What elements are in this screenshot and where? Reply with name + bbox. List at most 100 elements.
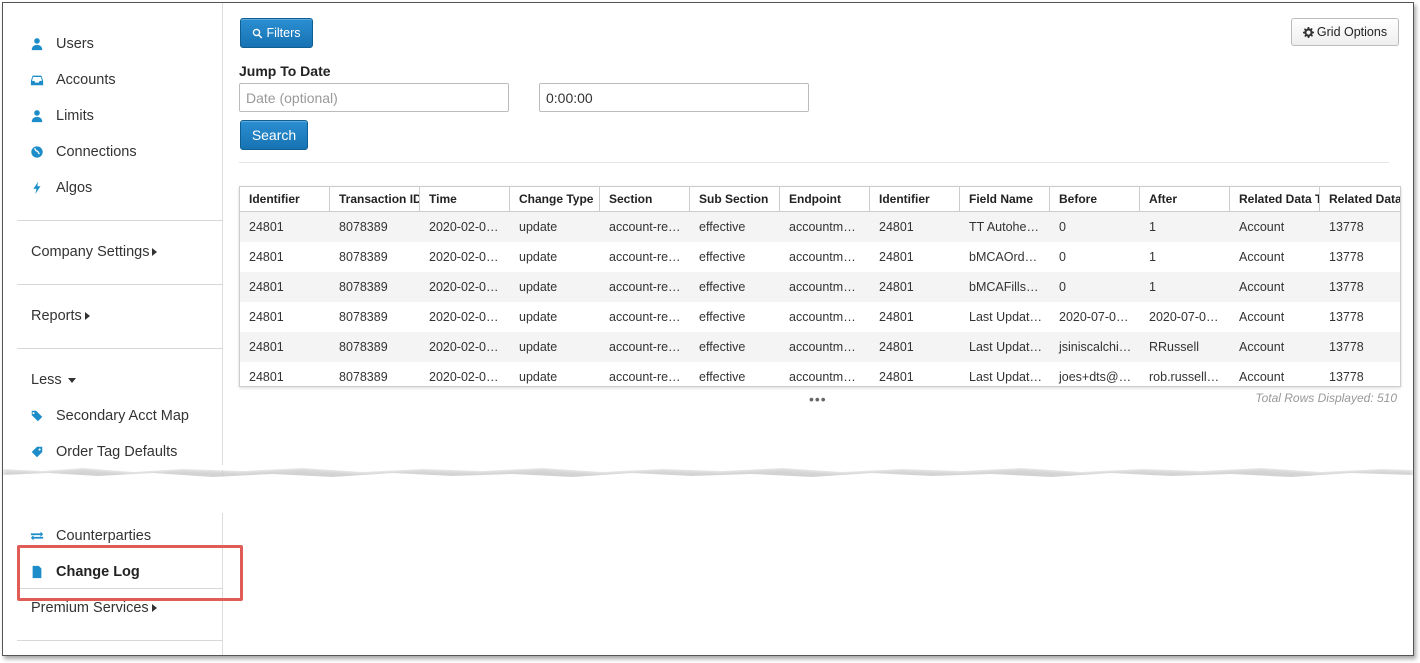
sidebar-item-label: Premium Services [31, 600, 149, 616]
app-window: Users Accounts Limits Connections Algos … [2, 2, 1414, 656]
table-cell: accountm… [789, 250, 856, 264]
filters-button[interactable]: Filters [240, 18, 313, 48]
sidebar-divider [17, 640, 223, 641]
table-cell: accountm… [789, 370, 856, 384]
table-cell: Last Updat… [969, 310, 1042, 324]
table-cell: 2020-02-0… [429, 370, 499, 384]
column-header[interactable]: Sub Section [690, 187, 780, 211]
sidebar-item-connections[interactable]: Connections [3, 138, 223, 166]
table-cell: 2020-02-0… [429, 310, 499, 324]
table-cell: effective [699, 250, 746, 264]
sidebar-item-accounts[interactable]: Accounts [3, 66, 223, 94]
table-cell: 24801 [249, 280, 284, 294]
table-cell: update [519, 340, 558, 354]
column-header[interactable]: Identifier [240, 187, 330, 211]
column-header[interactable]: Endpoint [780, 187, 870, 211]
table-cell: effective [699, 280, 746, 294]
section-divider [239, 162, 1389, 163]
column-header[interactable]: Section [600, 187, 690, 211]
table-cell: Account [1239, 280, 1285, 294]
table-cell: 8078389 [339, 340, 388, 354]
table-cell: update [519, 310, 558, 324]
table-cell: effective [699, 310, 746, 324]
table-row[interactable]: 24801 8078389 2020-02-0… update account-re… e… [240, 362, 1400, 386]
table-row[interactable]: 24801 8078389 2020-02-0… update account-re… e… [240, 302, 1400, 332]
sidebar-item-label: Less [31, 372, 62, 388]
table-row[interactable]: 24801 8078389 2020-02-0… update account-re… e… [240, 272, 1400, 302]
table-cell: 24801 [879, 370, 914, 384]
table-row[interactable]: 24801 8078389 2020-02-0… update account-re… e… [240, 212, 1400, 242]
sidebar-item-limits[interactable]: Limits [3, 102, 223, 130]
caret-right-icon [151, 604, 157, 612]
sidebar-item-label: Accounts [56, 72, 116, 88]
table-cell: 2020-07-0… [1149, 310, 1219, 324]
table-row[interactable]: 24801 8078389 2020-02-0… update account-re… e… [240, 332, 1400, 362]
sidebar-company-settings[interactable]: Company Settings [31, 240, 158, 264]
grid-options-label: Grid Options [1316, 25, 1388, 39]
table-cell: Account [1239, 340, 1285, 354]
exchange-icon [29, 528, 45, 544]
table-cell: update [519, 280, 558, 294]
table-cell: Last Updat… [969, 340, 1042, 354]
change-log-grid: Identifier Transaction ID Time Change Type S… [239, 186, 1401, 387]
table-cell: 24801 [249, 220, 284, 234]
column-header[interactable]: Before [1050, 187, 1140, 211]
table-cell: rob.russell… [1149, 370, 1220, 384]
more-rows-indicator[interactable]: ••• [809, 391, 827, 407]
sidebar-divider [17, 284, 223, 285]
column-header[interactable]: Related Data Ty [1230, 187, 1320, 211]
table-cell: 13778 [1329, 310, 1364, 324]
table-cell: 2020-02-0… [429, 250, 499, 264]
jump-to-date-heading: Jump To Date [239, 63, 331, 79]
sidebar-item-order-tag-defaults[interactable]: Order Tag Defaults [3, 438, 223, 466]
table-cell: 24801 [249, 250, 284, 264]
gear-icon [1302, 26, 1314, 38]
search-button[interactable]: Search [240, 120, 308, 150]
time-input[interactable] [539, 83, 809, 112]
table-cell: 8078389 [339, 370, 388, 384]
column-header[interactable]: Related Data [1320, 187, 1400, 211]
sidebar-divider [17, 220, 223, 221]
column-header[interactable]: Change Type [510, 187, 600, 211]
sidebar-item-label: Order Tag Defaults [56, 444, 178, 460]
grid-body: 24801 8078389 2020-02-0… update account-re… e… [240, 212, 1400, 386]
table-cell: 2020-02-0… [429, 340, 499, 354]
sidebar-item-label: Limits [56, 108, 94, 124]
main-content: Filters Grid Options Jump To Date Search… [224, 3, 1413, 655]
caret-right-icon [84, 312, 90, 320]
table-cell: 24801 [879, 220, 914, 234]
globe-icon [29, 144, 45, 160]
sidebar-item-label: Reports [31, 308, 82, 324]
table-cell: jsiniscalchi… [1059, 340, 1132, 354]
sidebar-item-algos[interactable]: Algos [3, 174, 223, 202]
table-cell: RRussell [1149, 340, 1200, 354]
sidebar-item-label: Connections [56, 144, 137, 160]
table-row[interactable]: 24801 8078389 2020-02-0… update account-re… e… [240, 242, 1400, 272]
table-cell: TT Autohe… [969, 220, 1039, 234]
date-input[interactable] [239, 83, 509, 112]
table-cell: bMCAOrd… [969, 250, 1038, 264]
table-cell: 8078389 [339, 220, 388, 234]
sidebar-item-label: Secondary Acct Map [56, 408, 189, 424]
column-header[interactable]: Transaction ID [330, 187, 420, 211]
grid-options-button[interactable]: Grid Options [1291, 18, 1399, 46]
sidebar-reports[interactable]: Reports [31, 304, 90, 328]
table-cell: 13778 [1329, 220, 1364, 234]
sidebar-less-toggle[interactable]: Less [31, 368, 76, 392]
table-cell: 0 [1059, 250, 1066, 264]
table-cell: accountm… [789, 280, 856, 294]
column-header[interactable]: After [1140, 187, 1230, 211]
table-cell: 24801 [879, 280, 914, 294]
column-header[interactable]: Field Name [960, 187, 1050, 211]
sidebar-item-secondary-acct-map[interactable]: Secondary Acct Map [3, 402, 223, 430]
column-header[interactable]: Time [420, 187, 510, 211]
column-header[interactable]: Identifier [870, 187, 960, 211]
user-icon [29, 108, 45, 124]
table-cell: 0 [1059, 280, 1066, 294]
table-cell: accountm… [789, 220, 856, 234]
tags-icon [29, 408, 45, 424]
table-cell: accountm… [789, 340, 856, 354]
sidebar-item-users[interactable]: Users [3, 30, 223, 58]
tag-icon [29, 444, 45, 460]
filters-label: Filters [266, 26, 301, 40]
